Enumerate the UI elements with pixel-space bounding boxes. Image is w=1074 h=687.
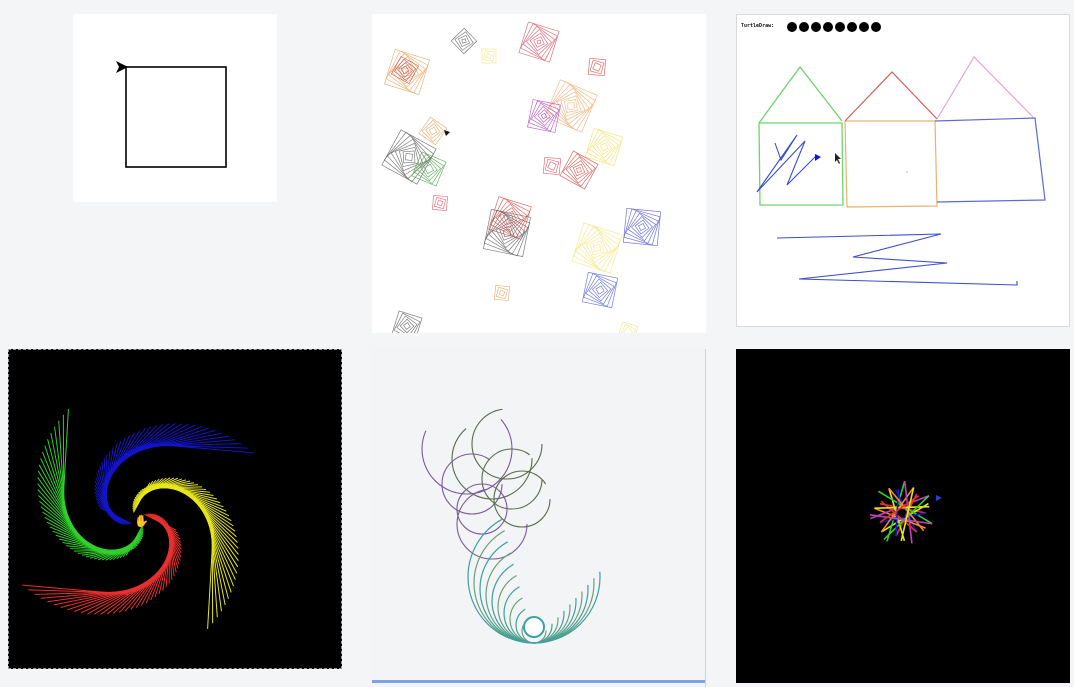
drawn-square [125, 66, 227, 168]
spiral-squares-drawing [381, 21, 661, 333]
color-star-drawing [869, 480, 942, 544]
scribble-bottom [776, 233, 1018, 286]
loop-arcs [421, 403, 601, 644]
spiral-square [381, 129, 437, 185]
house-2-roof [844, 71, 938, 122]
house-2-body [844, 120, 938, 208]
spiral-square [450, 27, 478, 55]
spiral-square [617, 321, 639, 333]
turtledraw-window: TurtleDraw: [736, 14, 1070, 327]
center-dot [906, 171, 908, 173]
hand-cursor-icon: ✋ [134, 514, 149, 528]
spiral-square [623, 208, 661, 246]
star-lines [869, 480, 933, 544]
turtle-canvas-spiral-squares [372, 14, 706, 333]
turtle-arrow-icon [936, 495, 942, 501]
spiral-square [527, 99, 561, 133]
spiral-square [518, 21, 560, 63]
rgb-spiral-drawing: ✋ [22, 409, 254, 629]
house-3-roof [936, 56, 1034, 120]
house-3-body [934, 117, 1046, 203]
horizontal-scrollbar[interactable] [372, 680, 705, 683]
scribble-zigzag [756, 134, 818, 193]
spiral-square [418, 116, 448, 146]
spiral-square [431, 194, 449, 212]
turtle-canvas-square [73, 14, 277, 202]
turtle-arrow-icon [444, 130, 450, 136]
turtle-canvas-circle-loops [372, 349, 706, 687]
spiral-square [481, 48, 497, 64]
house-1-roof [758, 65, 843, 124]
turtledraw-canvas[interactable] [737, 15, 1070, 327]
spiral-square [391, 310, 423, 333]
turtle-canvas-color-star [736, 349, 1070, 683]
spiral-square [571, 222, 623, 274]
turtle-arrow-icon [815, 154, 821, 161]
spiral-square [544, 79, 598, 133]
square-drawing [116, 61, 227, 168]
spiral-square [493, 284, 511, 302]
house-1-body [758, 122, 844, 206]
spiral-square [559, 150, 599, 190]
spiral-square [581, 271, 619, 309]
mouse-cursor-icon [835, 153, 841, 164]
circle-loops-drawing [421, 403, 601, 644]
spiral-square [587, 57, 607, 77]
turtle-canvas-rgb-spiral: ✋ [8, 349, 342, 669]
spiral-square [542, 156, 562, 176]
